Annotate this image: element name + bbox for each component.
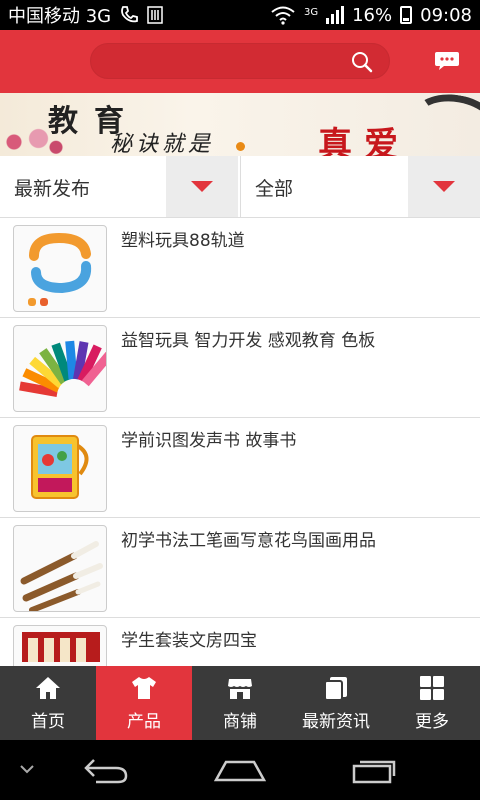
app-header: [0, 30, 480, 93]
status-bar: 中国移动 3G 3G 16% 09:08: [0, 0, 480, 30]
sim-icon: [147, 6, 163, 24]
tab-label: 更多: [415, 711, 449, 732]
search-icon[interactable]: [351, 51, 373, 73]
product-thumbnail[interactable]: [13, 625, 107, 666]
tab-shops[interactable]: 商铺: [192, 666, 288, 740]
sort-dropdown-button[interactable]: [166, 156, 238, 217]
search-box[interactable]: [90, 43, 390, 79]
chat-icon[interactable]: [434, 50, 460, 72]
product-thumbnail[interactable]: [13, 425, 107, 512]
brush-image: [20, 541, 103, 611]
battery-icon: [400, 6, 413, 24]
wifi-icon: [271, 6, 295, 25]
list-item[interactable]: 益智玩具 智力开发 感观教育 色板: [0, 318, 480, 418]
tab-label: 产品: [127, 711, 161, 732]
network-type: 3G: [303, 6, 319, 18]
bottom-tab-bar: 首页 产品 商铺 最新资讯 更多: [0, 666, 480, 740]
store-icon: [228, 678, 252, 699]
news-icon: [324, 676, 347, 701]
system-nav-bar: [0, 740, 480, 800]
category-dropdown-button[interactable]: [408, 156, 480, 217]
tab-label: 首页: [31, 711, 65, 732]
tab-products[interactable]: 产品: [96, 666, 192, 740]
product-name: 学前识图发声书 故事书: [121, 431, 297, 451]
product-name: 学生套装文房四宝: [121, 631, 257, 651]
call-icon: [121, 6, 139, 23]
list-item[interactable]: 初学书法工笔画写意花鸟国画用品: [0, 518, 480, 618]
chevron-down-icon[interactable]: [18, 762, 36, 776]
tab-label: 最新资讯: [302, 711, 370, 732]
recent-apps-icon[interactable]: [350, 756, 398, 784]
home-button-icon[interactable]: [214, 756, 266, 784]
sort-dropdown[interactable]: 最新发布: [0, 156, 240, 218]
list-item[interactable]: 塑料玩具88轨道: [0, 218, 480, 318]
stationery-set-image: [22, 632, 100, 662]
product-name: 塑料玩具88轨道: [121, 231, 245, 251]
product-name: 益智玩具 智力开发 感观教育 色板: [121, 331, 376, 351]
product-list[interactable]: 塑料玩具88轨道 益智玩具 智力开发 感观教育 色板 学前识图发声书 故事书 初…: [0, 218, 480, 666]
signal-icon: [326, 6, 345, 24]
carousel-dot[interactable]: [235, 142, 245, 151]
track-toy-image: [28, 232, 92, 306]
search-input[interactable]: [105, 50, 345, 74]
picture-book-image: [31, 435, 89, 499]
chevron-down-icon: [191, 181, 213, 192]
grid-icon: [420, 675, 444, 700]
chevron-down-icon: [433, 181, 455, 192]
clock: 09:08: [420, 4, 472, 26]
category-label: 全部: [255, 177, 294, 200]
list-item[interactable]: 学生套装文房四宝: [0, 618, 480, 666]
banner-carousel[interactable]: 教育 秘诀就是 真爱: [0, 93, 480, 156]
product-thumbnail[interactable]: [13, 325, 107, 412]
list-item[interactable]: 学前识图发声书 故事书: [0, 418, 480, 518]
carrier-label: 中国移动 3G: [8, 6, 112, 27]
sort-label: 最新发布: [14, 177, 91, 200]
carousel-indicator: [0, 142, 480, 151]
tab-home[interactable]: 首页: [0, 666, 96, 740]
tab-news[interactable]: 最新资讯: [288, 666, 384, 740]
product-thumbnail[interactable]: [13, 525, 107, 612]
category-dropdown[interactable]: 全部: [240, 156, 480, 218]
battery-percent: 16%: [352, 4, 393, 26]
tab-label: 商铺: [223, 711, 257, 732]
filter-bar: 最新发布 全部: [0, 156, 480, 218]
banner-subtitle: 秘诀就是: [110, 132, 215, 156]
back-icon[interactable]: [82, 756, 130, 784]
home-icon: [36, 676, 60, 699]
product-name: 初学书法工笔画写意花鸟国画用品: [121, 531, 376, 551]
color-board-image: [19, 340, 106, 397]
product-thumbnail[interactable]: [13, 225, 107, 312]
tab-more[interactable]: 更多: [384, 666, 480, 740]
shirt-icon: [132, 676, 156, 699]
